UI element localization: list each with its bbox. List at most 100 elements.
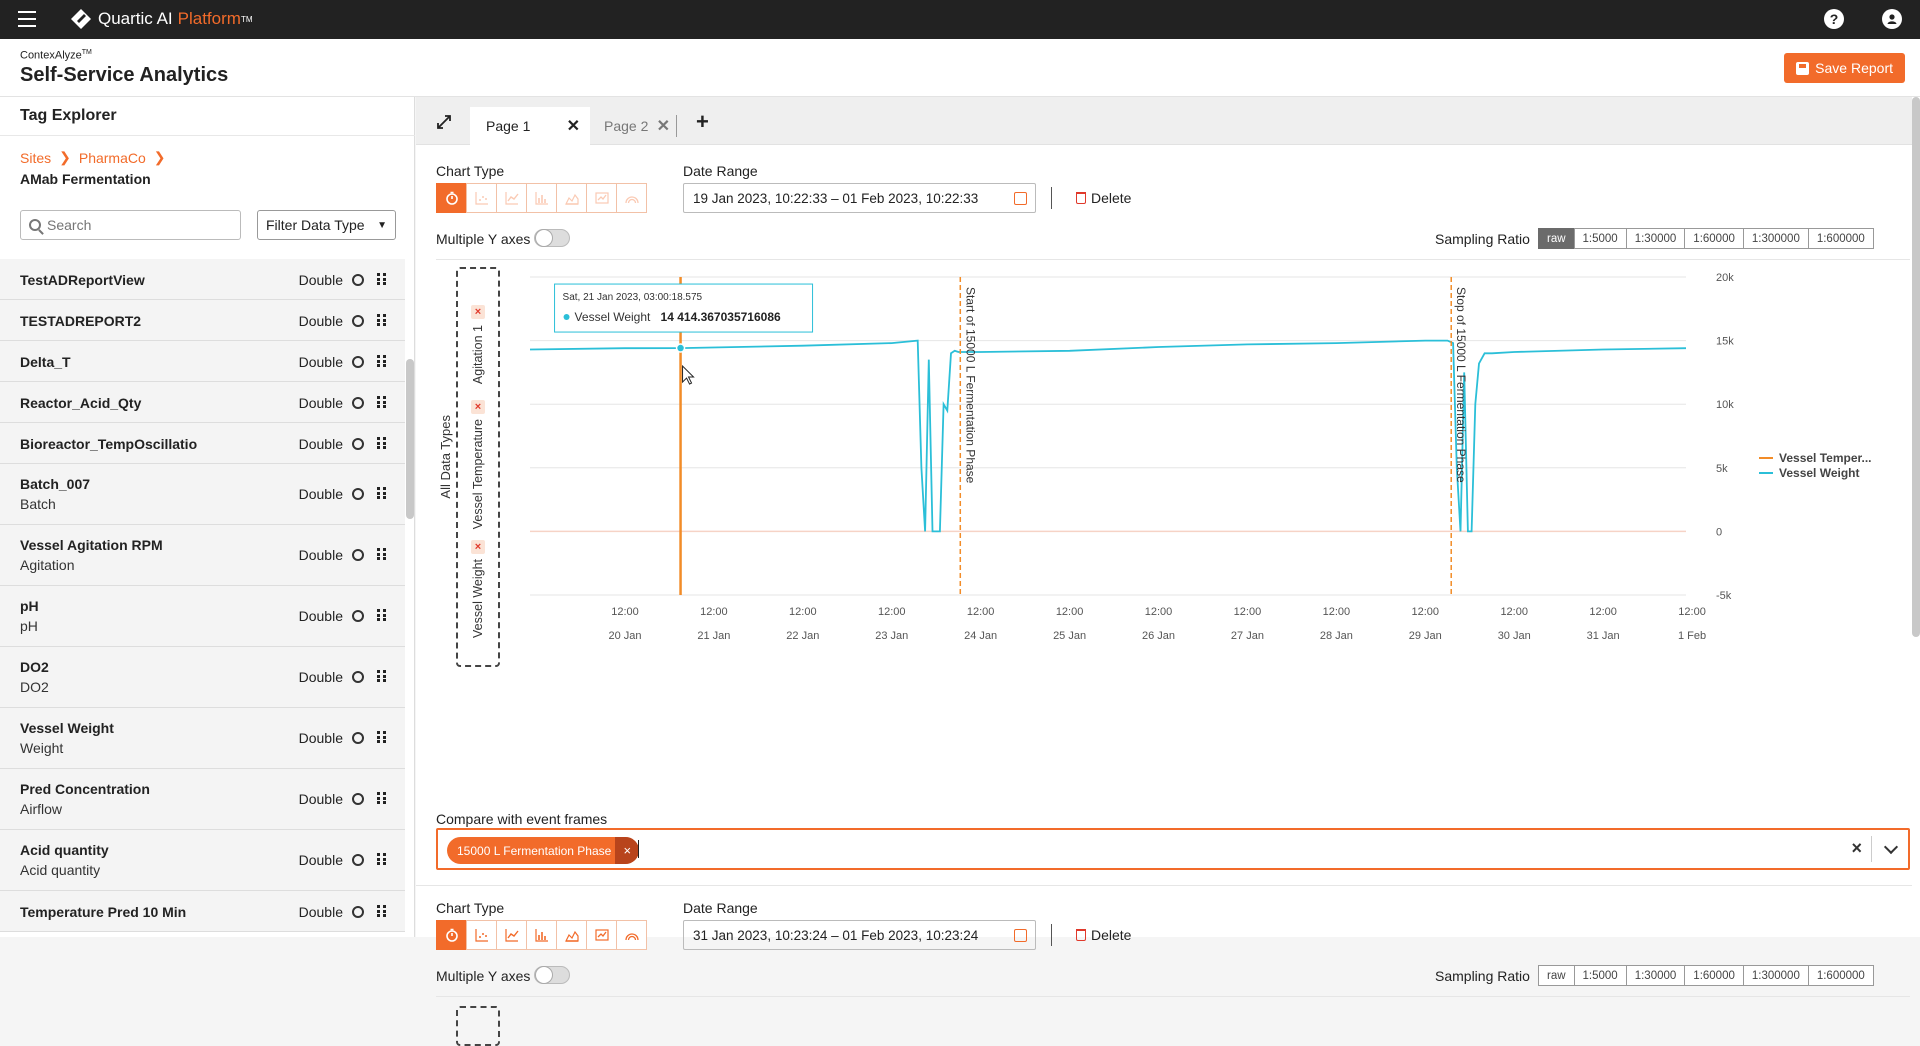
remove-chip-icon[interactable]: × xyxy=(615,837,640,864)
sampling-option[interactable]: 1:600000 xyxy=(1807,228,1874,249)
delete-chart-button[interactable]: Delete xyxy=(1076,927,1131,943)
clock-icon[interactable] xyxy=(352,488,364,500)
chart-type-button[interactable] xyxy=(586,920,617,950)
date-range-input[interactable]: 31 Jan 2023, 10:23:24 – 01 Feb 2023, 10:… xyxy=(683,920,1036,950)
app-logo[interactable]: Quartic AI Platform TM xyxy=(70,8,253,30)
remove-tag-icon[interactable]: × xyxy=(471,540,485,554)
event-frame-select[interactable]: 15000 L Fermentation Phase × × xyxy=(436,828,1910,870)
sampling-option[interactable]: raw xyxy=(1538,228,1575,249)
tag-list-item[interactable]: Pred Concentration Airflow Double xyxy=(0,769,405,830)
breadcrumb-sites[interactable]: Sites xyxy=(20,150,51,166)
legend-entry[interactable]: Vessel Temper... xyxy=(1779,451,1872,465)
search-input[interactable] xyxy=(47,217,227,233)
date-range-input[interactable]: 19 Jan 2023, 10:22:33 – 01 Feb 2023, 10:… xyxy=(683,183,1036,213)
legend-entry[interactable]: Vessel Weight xyxy=(1779,466,1859,480)
drag-handle-icon[interactable] xyxy=(377,548,386,560)
tag-list-item[interactable]: Delta_T Double xyxy=(0,341,405,382)
series-line-vessel-weight[interactable] xyxy=(529,339,1687,533)
chart-type-button[interactable] xyxy=(466,920,497,950)
tab-page-2[interactable]: Page 2 ✕ xyxy=(590,107,680,145)
clock-icon[interactable] xyxy=(352,732,364,744)
clock-icon[interactable] xyxy=(352,793,364,805)
menu-icon[interactable] xyxy=(18,11,36,27)
breadcrumb-pharmaco[interactable]: PharmaCo xyxy=(79,150,146,166)
chart-type-button[interactable] xyxy=(586,183,617,213)
chart-type-button[interactable] xyxy=(436,920,467,950)
tag-list-item[interactable]: Bioreactor_TempOscillatio Double xyxy=(0,423,405,464)
clock-icon[interactable] xyxy=(352,549,364,561)
tab-page-1[interactable]: Page 1 ✕ xyxy=(470,107,590,145)
drag-handle-icon[interactable] xyxy=(377,314,386,326)
tag-list-item[interactable]: TESTADREPORT2 Double xyxy=(0,300,405,341)
chart-type-button[interactable] xyxy=(556,183,587,213)
drag-handle-icon[interactable] xyxy=(377,792,386,804)
drag-handle-icon[interactable] xyxy=(377,853,386,865)
drag-handle-icon[interactable] xyxy=(377,273,386,285)
event-frame-chip[interactable]: 15000 L Fermentation Phase × xyxy=(447,837,640,864)
drag-handle-icon[interactable] xyxy=(377,437,386,449)
chart-type-button[interactable] xyxy=(496,920,527,950)
chart-type-button[interactable] xyxy=(526,183,557,213)
calendar-icon[interactable] xyxy=(1014,192,1027,205)
clock-icon[interactable] xyxy=(352,854,364,866)
workspace-scrollbar[interactable] xyxy=(1912,97,1920,637)
drag-handle-icon[interactable] xyxy=(377,905,386,917)
remove-tag-icon[interactable]: × xyxy=(471,400,485,414)
multiple-y-axes-toggle[interactable] xyxy=(534,229,570,247)
chart-type-button[interactable] xyxy=(526,920,557,950)
filter-data-type-select[interactable]: Filter Data Type ▼ xyxy=(257,210,396,240)
save-report-button[interactable]: Save Report xyxy=(1784,53,1905,83)
search-field[interactable] xyxy=(20,210,241,240)
series-drop-zone[interactable] xyxy=(456,1006,500,1046)
chart-type-button[interactable] xyxy=(466,183,497,213)
clock-icon[interactable] xyxy=(352,315,364,327)
sampling-option[interactable]: 1:600000 xyxy=(1807,965,1874,986)
clock-icon[interactable] xyxy=(352,274,364,286)
add-page-icon[interactable]: + xyxy=(696,109,709,135)
drag-handle-icon[interactable] xyxy=(377,396,386,408)
close-icon[interactable]: ✕ xyxy=(567,116,580,136)
expand-icon[interactable] xyxy=(436,114,452,130)
sampling-option[interactable]: 1:30000 xyxy=(1625,228,1686,249)
sampling-option[interactable]: 1:30000 xyxy=(1625,965,1686,986)
clock-icon[interactable] xyxy=(352,671,364,683)
sampling-option[interactable]: 1:60000 xyxy=(1684,228,1744,249)
chevron-down-icon[interactable] xyxy=(1883,839,1899,855)
tag-list-item[interactable]: Vessel Weight Weight Double xyxy=(0,708,405,769)
delete-chart-button[interactable]: Delete xyxy=(1076,190,1131,206)
help-icon[interactable]: ? xyxy=(1824,9,1844,29)
drag-handle-icon[interactable] xyxy=(377,487,386,499)
chart-type-button[interactable] xyxy=(436,183,467,213)
sampling-option[interactable]: 1:5000 xyxy=(1573,965,1627,986)
sampling-option[interactable]: 1:60000 xyxy=(1684,965,1744,986)
calendar-icon[interactable] xyxy=(1014,929,1027,942)
tag-list-item[interactable]: Acid quantity Acid quantity Double xyxy=(0,830,405,891)
drag-handle-icon[interactable] xyxy=(377,355,386,367)
chart-type-button[interactable] xyxy=(496,183,527,213)
sampling-option[interactable]: 1:300000 xyxy=(1742,965,1809,986)
chart-type-button[interactable] xyxy=(616,920,647,950)
tag-list-item[interactable]: Vessel Agitation RPM Agitation Double xyxy=(0,525,405,586)
chart-type-button[interactable] xyxy=(556,920,587,950)
account-icon[interactable] xyxy=(1882,9,1902,29)
tag-list-item[interactable]: TestADReportView Double xyxy=(0,259,405,300)
multiple-y-axes-toggle[interactable] xyxy=(534,966,570,984)
clock-icon[interactable] xyxy=(352,397,364,409)
tag-list-item[interactable]: Reactor_Acid_Qty Double xyxy=(0,382,405,423)
tag-list-item[interactable]: DO2 DO2 Double xyxy=(0,647,405,708)
clock-icon[interactable] xyxy=(352,356,364,368)
clock-icon[interactable] xyxy=(352,906,364,918)
tag-list-item[interactable]: Batch_007 Batch Double xyxy=(0,464,405,525)
tag-list-item[interactable]: pH pH Double xyxy=(0,586,405,647)
tag-list-item[interactable]: Temperature Pred 10 Min Double xyxy=(0,891,405,932)
drag-handle-icon[interactable] xyxy=(377,609,386,621)
clock-icon[interactable] xyxy=(352,610,364,622)
remove-tag-icon[interactable]: × xyxy=(471,305,485,319)
sampling-option[interactable]: raw xyxy=(1538,965,1575,986)
sampling-option[interactable]: 1:300000 xyxy=(1742,228,1809,249)
time-series-chart[interactable]: -5k 0 5k 10k 15k 20k 12:00 20 Jan 12:00 21 Jan 12:… xyxy=(500,262,1912,642)
chart-type-button[interactable] xyxy=(616,183,647,213)
close-icon[interactable]: ✕ xyxy=(657,116,670,136)
drag-handle-icon[interactable] xyxy=(377,731,386,743)
clock-icon[interactable] xyxy=(352,438,364,450)
